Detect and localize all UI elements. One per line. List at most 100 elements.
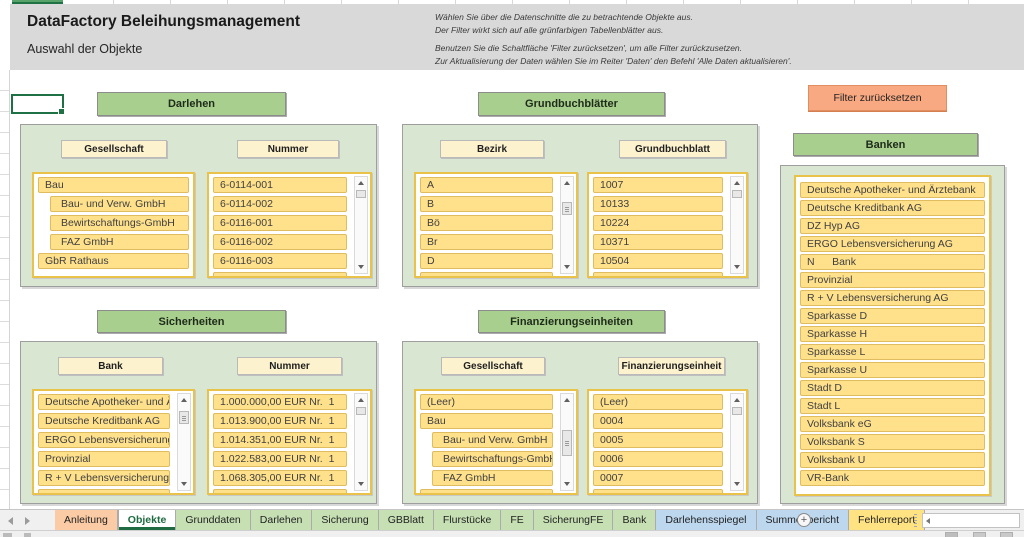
view-layout-icon[interactable]	[973, 532, 986, 537]
scroll-up-icon[interactable]	[561, 394, 573, 405]
scroll-thumb[interactable]	[562, 202, 572, 215]
slicer-item-bank[interactable]: Provinzial	[800, 272, 985, 288]
slicer-item-bezirk[interactable]: Br	[420, 234, 553, 250]
slicer-item-darlehen-gesellschaft[interactable]: Bau	[38, 177, 189, 193]
scroll-down-icon[interactable]	[355, 479, 367, 490]
slicer-item-sicherheiten-nummer[interactable]: 1.013.900,00 EUR Nr. 1	[213, 413, 347, 429]
slicer-item-bezirk[interactable]: Bö	[420, 215, 553, 231]
slicer-item-finanzierungseinheit[interactable]: 0006	[593, 451, 723, 467]
slicer-item-sicherheiten-nummer[interactable]: 1.068.305,00 EUR Nr. 1	[213, 470, 347, 486]
slicer-item-darlehen-nummer[interactable]: 6-0114-001	[213, 177, 347, 193]
slicer-item-sicherheiten-bank[interactable]: Provinzial	[38, 451, 170, 467]
slicer-item-darlehen-gesellschaft[interactable]: Bewirtschaftungs-GmbH	[50, 215, 189, 231]
slicer-item-sicherheiten-nummer[interactable]: 1.022.583,00 EUR Nr. 1	[213, 451, 347, 467]
slicer-item-darlehen-gesellschaft[interactable]: Bau- und Verw. GmbH	[50, 196, 189, 212]
slicer-item-finanzierungseinheit[interactable]: 0005	[593, 432, 723, 448]
slicer-item-grundbuchblatt[interactable]: 10224	[593, 215, 723, 231]
scroll-up-icon[interactable]	[561, 177, 573, 188]
sheet-tab[interactable]: SicherungFE	[534, 510, 614, 530]
slicer-item-grundbuchblatt[interactable]: 10504	[593, 253, 723, 269]
scroll-down-icon[interactable]	[178, 479, 190, 490]
scroll-up-icon[interactable]	[731, 394, 743, 405]
slicer-item-sicherheiten-bank[interactable]: R + V Lebensversicherung AG	[38, 470, 170, 486]
new-sheet-button[interactable]: +	[797, 513, 811, 527]
tab-scroll-right-icon[interactable]	[23, 514, 33, 526]
slicer-item-sicherheiten-bank[interactable]: Deutsche Apotheker- und Är...	[38, 394, 170, 410]
slicer-item-bank[interactable]: Sparkasse L	[800, 344, 985, 360]
slicer-item-darlehen-nummer[interactable]: 6-0116-002	[213, 234, 347, 250]
sheet-tab[interactable]: Sicherung	[312, 510, 378, 530]
scroll-thumb[interactable]	[732, 407, 742, 415]
scroll-up-icon[interactable]	[355, 394, 367, 405]
slicer-item-bank[interactable]: Volksbank S	[800, 434, 985, 450]
slicer-item-fe-gesellschaft[interactable]: (Leer)	[420, 394, 553, 410]
scrollbar[interactable]	[560, 176, 574, 274]
slicer-item-bank[interactable]: Sparkasse U	[800, 362, 985, 378]
reset-filter-button[interactable]: Filter zurücksetzen	[808, 85, 947, 111]
slicer-item-bank[interactable]: Sparkasse H	[800, 326, 985, 342]
sheet-tab[interactable]: Flurstücke	[434, 510, 501, 530]
slicer-item-bank[interactable]: Stadt D	[800, 380, 985, 396]
sheet-tab[interactable]: GBBlatt	[379, 510, 434, 530]
view-normal-icon[interactable]	[945, 532, 958, 537]
scroll-down-icon[interactable]	[731, 262, 743, 273]
tab-scroll-left-icon[interactable]	[6, 514, 16, 526]
scroll-down-icon[interactable]	[355, 262, 367, 273]
scroll-thumb[interactable]	[356, 407, 366, 415]
scroll-thumb[interactable]	[732, 190, 742, 198]
slicer-item-bank[interactable]: Deutsche Kreditbank AG	[800, 200, 985, 216]
sheet-tab[interactable]: Objekte	[118, 510, 177, 530]
slicer-item-darlehen-nummer[interactable]: 6-0116-003	[213, 253, 347, 269]
slicer-item-bank[interactable]: Deutsche Apotheker- und Ärztebank	[800, 182, 985, 198]
scrollbar[interactable]	[730, 393, 744, 491]
slicer-item-sicherheiten-bank[interactable]: ERGO Lebensversicherung AG	[38, 432, 170, 448]
slicer-item-finanzierungseinheit[interactable]: 0004	[593, 413, 723, 429]
slicer-item-bank[interactable]: ERGO Lebensversicherung AG	[800, 236, 985, 252]
tab-area-resize-handle[interactable]	[914, 514, 917, 527]
sheet-tab[interactable]: Bank	[613, 510, 656, 530]
slicer-item-bezirk[interactable]: D	[420, 253, 553, 269]
slicer-item-grundbuchblatt[interactable]: 10371	[593, 234, 723, 250]
sheet-tab[interactable]: Darlehensspiegel	[656, 510, 756, 530]
sheet-tab[interactable]: Darlehen	[251, 510, 313, 530]
slicer-item-fe-gesellschaft[interactable]: Bau	[420, 413, 553, 429]
scroll-thumb[interactable]	[562, 430, 572, 456]
slicer-item-grundbuchblatt[interactable]: 10133	[593, 196, 723, 212]
slicer-item-bank[interactable]: Volksbank eG	[800, 416, 985, 432]
slicer-item-darlehen-gesellschaft[interactable]: FAZ GmbH	[50, 234, 189, 250]
scroll-down-icon[interactable]	[561, 262, 573, 273]
scrollbar[interactable]	[560, 393, 574, 491]
scroll-down-icon[interactable]	[561, 479, 573, 490]
scroll-thumb[interactable]	[356, 190, 366, 198]
scrollbar[interactable]	[730, 176, 744, 274]
slicer-item-sicherheiten-nummer[interactable]: 1.000.000,00 EUR Nr. 1	[213, 394, 347, 410]
slicer-item-darlehen-nummer[interactable]: 6-0114-002	[213, 196, 347, 212]
slicer-item-finanzierungseinheit[interactable]: (Leer)	[593, 394, 723, 410]
scrollbar[interactable]	[354, 176, 368, 274]
scroll-up-icon[interactable]	[355, 177, 367, 188]
slicer-item-bezirk[interactable]: A	[420, 177, 553, 193]
scroll-left-icon[interactable]	[925, 517, 933, 525]
slicer-item-bezirk[interactable]: B	[420, 196, 553, 212]
sheet-tab[interactable]: FE	[501, 510, 533, 530]
slicer-item-finanzierungseinheit[interactable]: 0007	[593, 470, 723, 486]
scrollbar[interactable]	[177, 393, 191, 491]
slicer-item-darlehen-nummer[interactable]: 6-0116-001	[213, 215, 347, 231]
selected-cell[interactable]	[11, 94, 64, 114]
slicer-item-sicherheiten-nummer[interactable]: 1.014.351,00 EUR Nr. 1	[213, 432, 347, 448]
slicer-item-sicherheiten-bank[interactable]: Deutsche Kreditbank AG	[38, 413, 170, 429]
horizontal-scrollbar[interactable]	[922, 513, 1020, 528]
sheet-tab[interactable]: Anleitung	[55, 510, 118, 530]
slicer-item-bank[interactable]: Sparkasse D	[800, 308, 985, 324]
view-pagebreak-icon[interactable]	[1000, 532, 1013, 537]
slicer-item-fe-gesellschaft[interactable]: Bau- und Verw. GmbH	[432, 432, 553, 448]
slicer-item-grundbuchblatt[interactable]: 1007	[593, 177, 723, 193]
slicer-item-bank[interactable]: Volksbank U	[800, 452, 985, 468]
scroll-up-icon[interactable]	[731, 177, 743, 188]
scroll-thumb[interactable]	[179, 411, 189, 424]
slicer-item-bank[interactable]: N Bank	[800, 254, 985, 270]
sheet-tab[interactable]: Grunddaten	[176, 510, 250, 530]
slicer-item-fe-gesellschaft[interactable]: FAZ GmbH	[432, 470, 553, 486]
slicer-item-bank[interactable]: VR-Bank	[800, 470, 985, 486]
slicer-item-bank[interactable]: Stadt L	[800, 398, 985, 414]
